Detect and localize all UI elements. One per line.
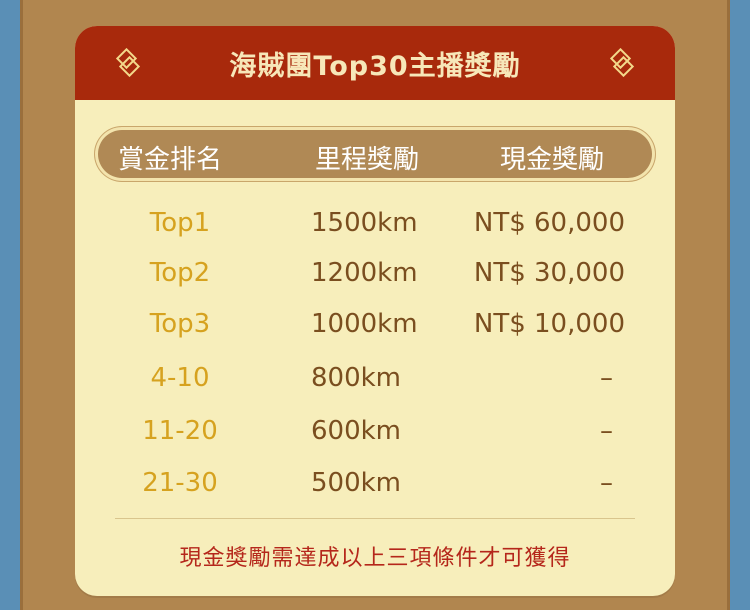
card-title: 海賊團Top30主播獎勵 — [229, 50, 521, 82]
card-header: 海賊團Top30主播獎勵 — [75, 26, 675, 100]
column-header-cash: 現金獎勵 — [500, 145, 605, 175]
rank-cell: 4-10 — [150, 363, 210, 393]
column-header-distance: 里程獎勵 — [315, 145, 420, 175]
divider — [115, 518, 635, 519]
distance-cell: 1500km — [311, 208, 418, 238]
table-row: Top3 1000km NT$ 10,000 — [75, 309, 675, 349]
table-header: 賞金排名 里程獎勵 現金獎勵 — [95, 127, 655, 181]
distance-cell: 1000km — [311, 309, 418, 339]
distance-cell: 600km — [311, 416, 402, 446]
cash-cell: NT$ 30,000 — [473, 258, 625, 288]
distance-cell: 500km — [311, 468, 402, 498]
rank-cell: Top3 — [149, 309, 211, 339]
table-row: 11-20 600km – — [75, 416, 675, 456]
cash-cell: NT$ 10,000 — [473, 309, 625, 339]
table-row: 21-30 500km – — [75, 468, 675, 508]
rank-cell: Top2 — [149, 258, 211, 288]
footnote: 現金獎勵需達成以上三項條件才可獲得 — [179, 546, 571, 571]
cash-cell: – — [600, 468, 613, 498]
distance-cell: 1200km — [311, 258, 418, 288]
table-row: Top1 1500km NT$ 60,000 — [75, 208, 675, 248]
cash-cell: – — [600, 363, 613, 393]
table-row: Top2 1200km NT$ 30,000 — [75, 258, 675, 298]
cash-cell: NT$ 60,000 — [473, 208, 625, 238]
reward-card: 海賊團Top30主播獎勵 賞金排名 里程獎勵 現金獎勵 Top1 1500km … — [75, 26, 675, 596]
column-header-rank: 賞金排名 — [118, 145, 223, 175]
rank-cell: Top1 — [149, 208, 211, 238]
distance-cell: 800km — [311, 363, 402, 393]
cash-cell: – — [600, 416, 613, 446]
rank-cell: 11-20 — [142, 416, 218, 446]
diamond-ornament-icon — [609, 48, 635, 78]
diamond-ornament-icon — [115, 48, 141, 78]
table-row: 4-10 800km – — [75, 363, 675, 403]
rank-cell: 21-30 — [142, 468, 218, 498]
